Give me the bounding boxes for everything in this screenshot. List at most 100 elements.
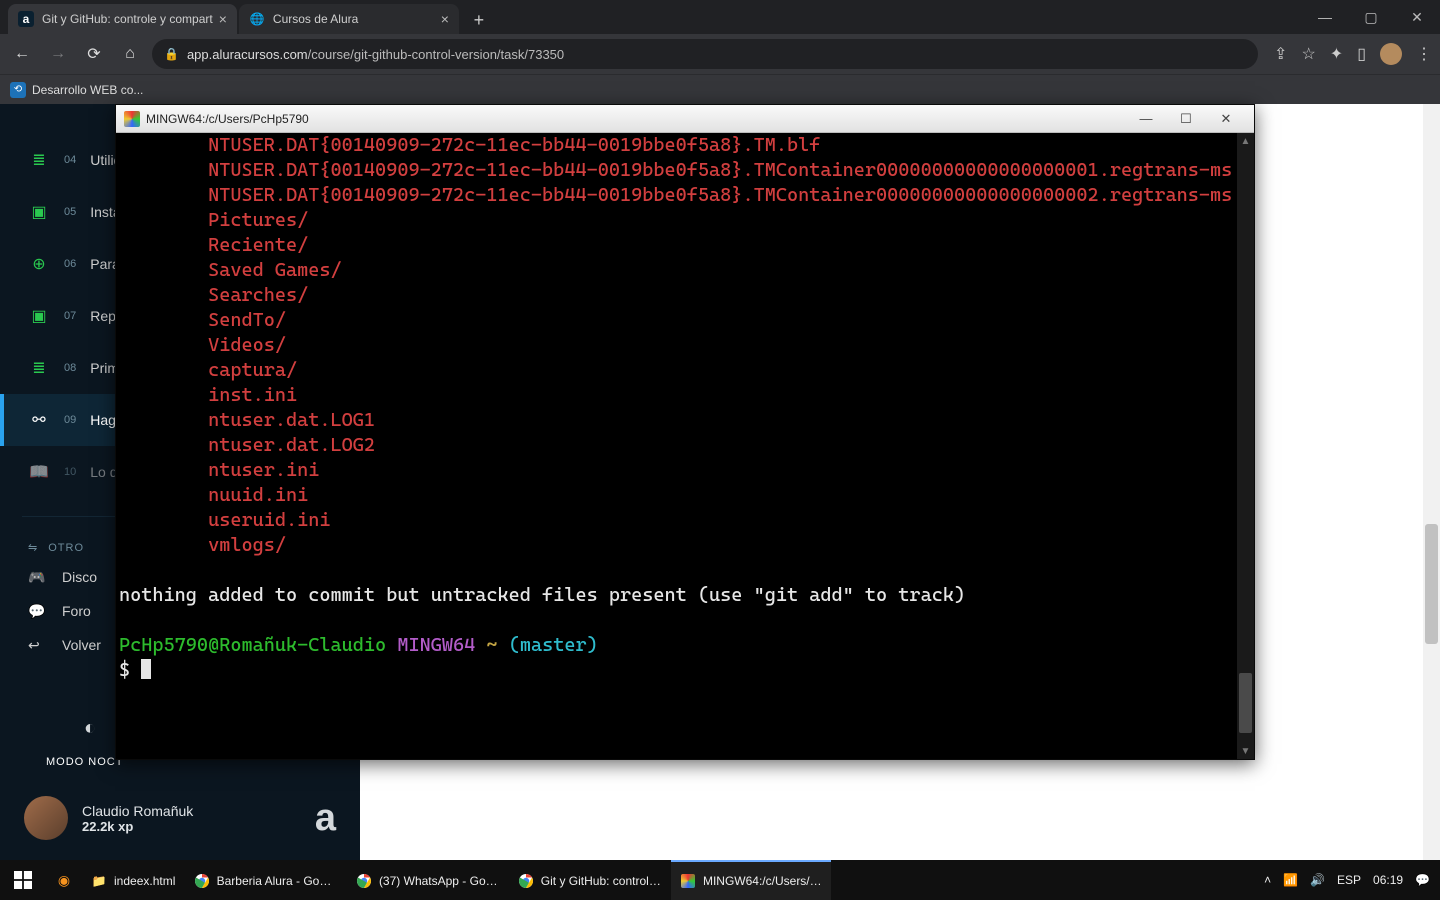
bookmark-star-icon[interactable]: ☆ [1301, 44, 1315, 64]
tab-title: Git y GitHub: controle y compart [42, 12, 213, 26]
sidebar-item-icon: ▣ [28, 201, 50, 223]
terminal-scrollbar-thumb[interactable] [1239, 673, 1252, 733]
notifications-icon[interactable]: 💬 [1415, 873, 1430, 887]
profile-avatar[interactable] [1380, 43, 1402, 65]
browser-tab[interactable]: 🌐 Cursos de Alura × [239, 4, 459, 34]
sidebar-item-number: 09 [64, 414, 76, 426]
sidebar-sub-label: Foro [62, 603, 91, 619]
address-bar[interactable]: 🔒 app.aluracursos.com/course/git-github-… [152, 39, 1258, 69]
user-card[interactable]: Claudio Romañuk 22.2k xp a [0, 776, 360, 860]
user-avatar [24, 796, 68, 840]
bookmark-favicon: ⟲ [10, 82, 26, 98]
taskbar-entry-label: MINGW64:/c/Users/P... [703, 874, 823, 888]
terminal-titlebar[interactable]: MINGW64:/c/Users/PcHp5790 — ☐ ✕ [116, 105, 1254, 133]
scroll-down-icon[interactable]: ▼ [1237, 743, 1254, 759]
share-icon[interactable]: ⇪ [1274, 44, 1287, 64]
cortana-icon: ◉ [54, 870, 74, 890]
reading-list-icon[interactable]: ▯ [1357, 44, 1366, 64]
sidebar-item-number: 06 [64, 258, 76, 270]
user-xp: 22.2k xp [82, 819, 193, 834]
tray-chevron-icon[interactable]: ˄ [1264, 873, 1271, 887]
user-name: Claudio Romañuk [82, 803, 193, 819]
tab-favicon-globe: 🌐 [249, 11, 265, 27]
reload-button[interactable]: ⟳ [80, 40, 108, 68]
taskbar-entry[interactable]: (37) WhatsApp - Goo... [347, 860, 507, 900]
sidebar-sub-icon: ↩ [28, 637, 48, 654]
terminal-body[interactable]: NTUSER.DAT{00140909-272c-11ec-bb44-0019b… [116, 133, 1237, 759]
mingw-icon [679, 872, 697, 890]
moon-icon[interactable]: ◐ [84, 717, 96, 740]
sidebar-item-icon: ≣ [28, 149, 50, 171]
toolbar-right-icons: ⇪ ☆ ✦ ▯ ⋮ [1274, 43, 1432, 65]
sidebar-item-number: 10 [64, 466, 76, 478]
tab-strip: a Git y GitHub: controle y compart × 🌐 C… [0, 0, 493, 34]
new-tab-button[interactable]: + [465, 6, 493, 34]
terminal-maximize-button[interactable]: ☐ [1166, 108, 1206, 130]
window-close-button[interactable]: ✕ [1394, 0, 1440, 34]
scroll-up-icon[interactable]: ▲ [1237, 133, 1254, 149]
kebab-menu-icon[interactable]: ⋮ [1416, 44, 1432, 64]
bookmark-label: Desarrollo WEB co... [32, 83, 143, 97]
page-scrollbar[interactable] [1423, 104, 1440, 860]
language-indicator[interactable]: ESP [1337, 873, 1361, 887]
bookmark-item[interactable]: ⟲ Desarrollo WEB co... [10, 82, 143, 98]
browser-tab[interactable]: a Git y GitHub: controle y compart × [8, 4, 237, 34]
taskbar-entry-label: (37) WhatsApp - Goo... [379, 874, 499, 888]
tab-title: Cursos de Alura [273, 12, 435, 26]
sidebar-item-icon: ⚯ [28, 409, 50, 431]
extensions-icon[interactable]: ✦ [1330, 44, 1343, 64]
sidebar-sub-label: Disco [62, 569, 97, 585]
taskbar-entry[interactable]: Git y GitHub: controle... [509, 860, 669, 900]
chrome-window: a Git y GitHub: controle y compart × 🌐 C… [0, 0, 1440, 900]
sidebar-item-number: 08 [64, 362, 76, 374]
scrollbar-thumb[interactable] [1425, 524, 1438, 644]
browser-toolbar: ← → ⟳ ⌂ 🔒 app.aluracursos.com/course/git… [0, 34, 1440, 74]
url-path: /course/git-github-control-version/task/… [308, 47, 565, 62]
terminal-title: MINGW64:/c/Users/PcHp5790 [146, 112, 309, 126]
chrome-icon [355, 872, 373, 890]
mingw-icon [124, 111, 140, 127]
tab-close-icon[interactable]: × [441, 12, 449, 26]
wifi-icon[interactable]: 📶 [1283, 873, 1298, 887]
back-button[interactable]: ← [8, 40, 36, 68]
forward-button[interactable]: → [44, 40, 72, 68]
sidebar-item-icon: ⊕ [28, 253, 50, 275]
taskbar-file-explorer[interactable]: 📁 indeex.html [82, 860, 183, 900]
window-controls: — ▢ ✕ [1302, 0, 1440, 34]
folder-icon: 📁 [90, 872, 108, 890]
chrome-icon [517, 872, 534, 890]
volume-icon[interactable]: 🔊 [1310, 873, 1325, 887]
clock[interactable]: 06:19 [1373, 873, 1403, 887]
alura-logo-icon: a [315, 797, 336, 840]
windows-taskbar: ◉ 📁 indeex.html Barberia Alura - Goog...… [0, 860, 1440, 900]
home-button[interactable]: ⌂ [116, 40, 144, 68]
sidebar-item-number: 07 [64, 310, 76, 322]
window-maximize-button[interactable]: ▢ [1348, 0, 1394, 34]
lock-icon: 🔒 [164, 47, 179, 61]
tab-favicon-alura: a [18, 11, 34, 27]
taskbar-entry[interactable]: Barberia Alura - Goog... [185, 860, 345, 900]
terminal-window: MINGW64:/c/Users/PcHp5790 — ☐ ✕ NTUSER.D… [115, 104, 1255, 760]
sidebar-item-icon: 📖 [28, 461, 50, 483]
system-tray: ˄ 📶 🔊 ESP 06:19 💬 [1254, 873, 1440, 887]
cortana-button[interactable]: ◉ [46, 860, 82, 900]
terminal-close-button[interactable]: ✕ [1206, 108, 1246, 130]
sidebar-item-number: 05 [64, 206, 76, 218]
url-host: app.aluracursos.com [187, 47, 308, 62]
taskbar-entry-label: Git y GitHub: controle... [541, 874, 662, 888]
sidebar-item-number: 04 [64, 154, 76, 166]
sidebar-sub-icon: 💬 [28, 603, 48, 620]
night-mode-label: MODO NOCT [46, 756, 123, 768]
browser-titlebar: a Git y GitHub: controle y compart × 🌐 C… [0, 0, 1440, 34]
tab-close-icon[interactable]: × [219, 12, 227, 26]
sidebar-item-icon: ≣ [28, 357, 50, 379]
start-button[interactable] [0, 860, 46, 900]
sidebar-sub-label: Volver [62, 637, 101, 653]
sidebar-sub-icon: 🎮 [28, 569, 48, 586]
taskbar-entry[interactable]: MINGW64:/c/Users/P... [671, 860, 831, 900]
terminal-scrollbar[interactable]: ▲ ▼ [1237, 133, 1254, 759]
taskbar-label: indeex.html [114, 874, 175, 888]
sidebar-item-icon: ▣ [28, 305, 50, 327]
window-minimize-button[interactable]: — [1302, 0, 1348, 34]
terminal-minimize-button[interactable]: — [1126, 108, 1166, 130]
